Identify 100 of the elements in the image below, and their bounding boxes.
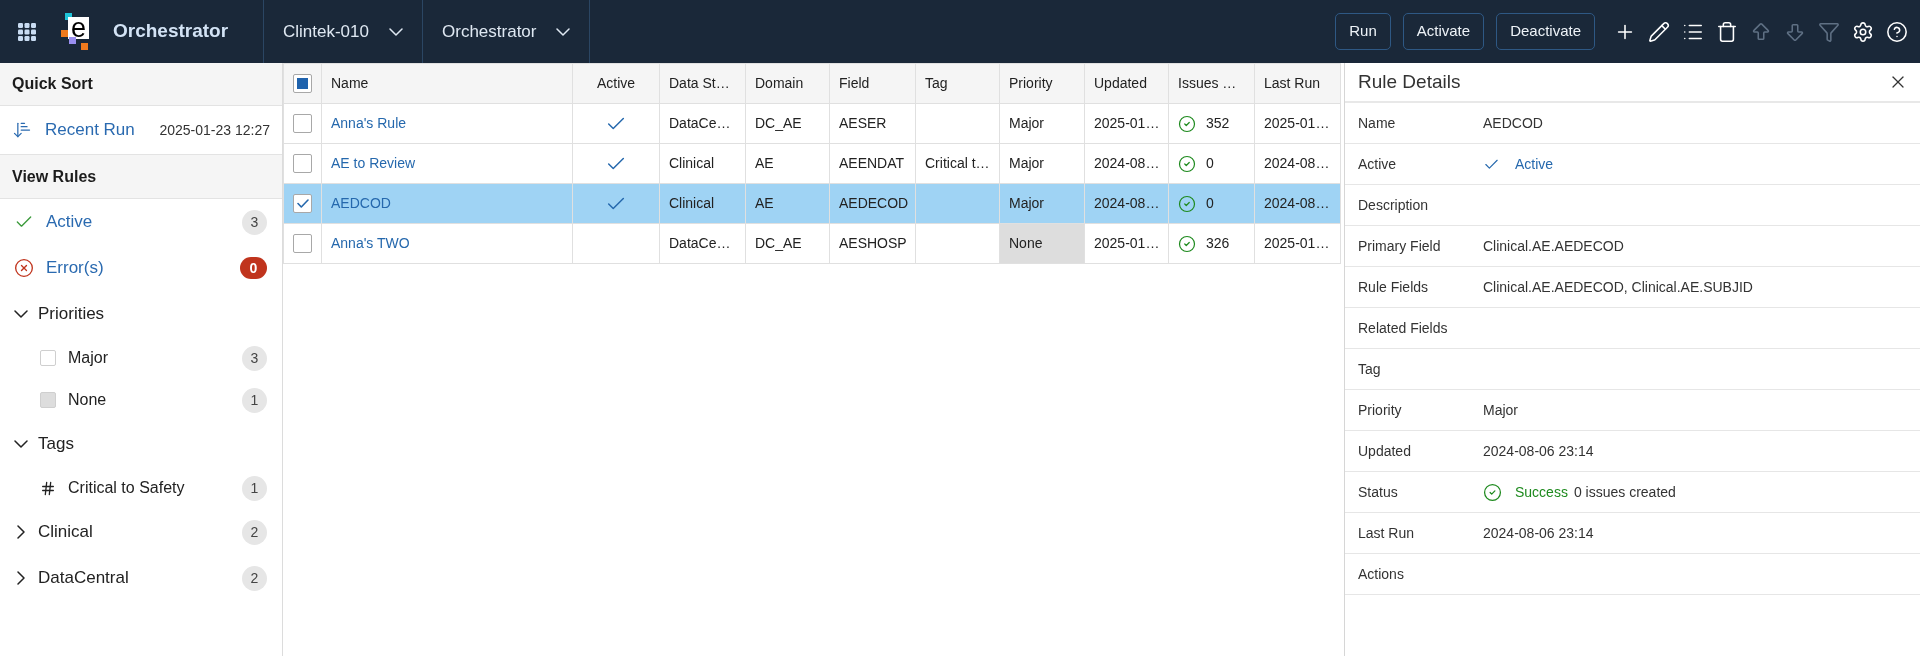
field-label: Priority (1358, 402, 1402, 418)
field-value: 2024-08-06 23:14 (1483, 441, 1594, 461)
count-badge: 3 (242, 209, 267, 235)
status-text: Success (1515, 482, 1568, 502)
filter-link[interactable]: Active (46, 209, 93, 235)
error-icon (14, 258, 34, 278)
rule-name-link[interactable]: AE to Review (331, 155, 416, 171)
success-icon (1483, 482, 1502, 502)
table-cell: 2025-01… (1084, 103, 1169, 144)
table-cell: DC_AE (745, 223, 830, 264)
context-selector[interactable]: Orchestrator (422, 0, 590, 63)
section-header: Quick Sort (0, 63, 282, 106)
table-row[interactable]: Anna's Rule DataCe… DC_AE AESER Major 2025-01… 352 2025-01… (283, 103, 1341, 144)
rule-name-link[interactable]: Anna's Rule (331, 115, 407, 131)
sort-timestamp: 2025-01-23 12:27 (159, 120, 270, 140)
issue-count: 326 (1206, 234, 1230, 253)
table-cell: 2024-08… (1254, 183, 1341, 224)
row-checkbox[interactable] (293, 194, 312, 213)
sort-option-link[interactable]: Recent Run (45, 117, 135, 143)
table-cell: AE (745, 183, 830, 224)
rule-name-link[interactable]: Anna's TWO (331, 235, 410, 251)
group-label[interactable]: DataCentral (38, 565, 129, 591)
success-icon (1178, 154, 1196, 173)
grid-menu-icon[interactable] (18, 22, 36, 41)
field-label: Actions (1358, 566, 1404, 582)
table-cell: 2024-08… (1254, 143, 1341, 184)
panel-title: Rule Details (1358, 69, 1461, 94)
success-icon (1178, 114, 1196, 133)
help-icon[interactable] (1886, 20, 1908, 43)
app-name: Orchestrator (113, 19, 229, 44)
field-label: Updated (1358, 443, 1411, 459)
field-value: Major (1483, 400, 1518, 420)
field-label: Last Run (1358, 525, 1415, 541)
count-badge: 3 (242, 345, 267, 371)
table-cell: AESER (829, 103, 916, 144)
count-badge: 0 (240, 257, 267, 279)
table-cell: Major (999, 143, 1085, 184)
trash-icon[interactable] (1716, 20, 1738, 43)
table-cell: Critical t… (915, 143, 1000, 184)
row-checkbox[interactable] (293, 114, 312, 133)
issue-count: 352 (1206, 114, 1230, 133)
field-label: Related Fields (1358, 320, 1448, 336)
column-header[interactable]: Domain (745, 63, 830, 104)
chevron-right-icon[interactable] (17, 525, 25, 539)
group-label[interactable]: Clinical (38, 519, 93, 545)
column-header[interactable]: Field (829, 63, 916, 104)
group-label[interactable]: Tags (38, 431, 74, 457)
column-header[interactable]: Updated (1084, 63, 1169, 104)
toolbar-button[interactable]: Activate (1402, 13, 1485, 50)
column-header[interactable]: Priority (999, 63, 1085, 104)
hash-icon (40, 479, 56, 497)
row-checkbox[interactable] (293, 154, 312, 173)
count-badge: 2 (242, 519, 267, 545)
group-label[interactable]: Priorities (38, 301, 105, 327)
count-badge: 2 (242, 565, 267, 591)
settings-icon[interactable] (1852, 20, 1874, 43)
issue-count: 0 (1206, 194, 1214, 213)
field-value: AEDCOD (1483, 113, 1543, 133)
app-logo: e (61, 13, 89, 50)
chevron-down-icon[interactable] (14, 440, 28, 448)
field-value: Clinical.AE.AEDECOD (1483, 236, 1624, 256)
success-icon (1178, 194, 1196, 213)
table-cell: DC_AE (745, 103, 830, 144)
column-header[interactable]: Tag (915, 63, 1000, 104)
table-cell: Clinical (659, 143, 746, 184)
table-cell: 2024-08… (1084, 143, 1169, 184)
filter-option[interactable]: Critical to Safety (68, 476, 185, 500)
column-header[interactable]: Last Run (1254, 63, 1341, 104)
row-checkbox[interactable] (293, 234, 312, 253)
issue-count: 0 (1206, 154, 1214, 173)
chevron-down-icon[interactable] (14, 310, 28, 318)
table-cell: Major (999, 183, 1085, 224)
column-header[interactable]: Data St… (659, 63, 746, 104)
filter-link[interactable]: Error(s) (46, 255, 104, 281)
table-row[interactable]: AEDCOD Clinical AE AEDECOD Major 2024-08… 0 2024-08… (283, 183, 1341, 224)
rule-name-link[interactable]: AEDCOD (331, 195, 391, 211)
column-header[interactable]: Active (572, 63, 660, 104)
select-all-checkbox[interactable] (293, 74, 312, 93)
count-badge: 1 (242, 387, 267, 413)
column-header[interactable]: Name (321, 63, 573, 104)
indeterminate-mark-icon (297, 78, 308, 89)
field-label: Name (1358, 115, 1396, 131)
field-value: Active (1515, 154, 1554, 174)
toolbar-button[interactable]: Deactivate (1496, 13, 1595, 50)
chevron-right-icon[interactable] (17, 571, 25, 585)
table-row[interactable]: Anna's TWO DataCe… DC_AE AESHOSP None 2025-01… 326 2025-01… (283, 223, 1341, 264)
section-header: View Rules (0, 155, 282, 199)
field-label: Active (1358, 156, 1397, 172)
table-row[interactable]: AE to Review Clinical AE AEENDAT Critical t… Major 2024-08… 0 2024-08… (283, 143, 1341, 184)
column-header[interactable]: Issues … (1168, 63, 1255, 104)
pencil-icon[interactable] (1648, 20, 1670, 43)
filter-option[interactable]: Major (68, 346, 108, 370)
sort-icon (12, 120, 32, 140)
field-label: Rule Fields (1358, 279, 1429, 295)
table-cell: AE (745, 143, 830, 184)
count-badge: 1 (242, 475, 267, 501)
filter-option[interactable]: None (68, 388, 107, 412)
table-cell: Clinical (659, 183, 746, 224)
field-label: Primary Field (1358, 238, 1441, 254)
toolbar-button[interactable]: Run (1335, 13, 1391, 50)
